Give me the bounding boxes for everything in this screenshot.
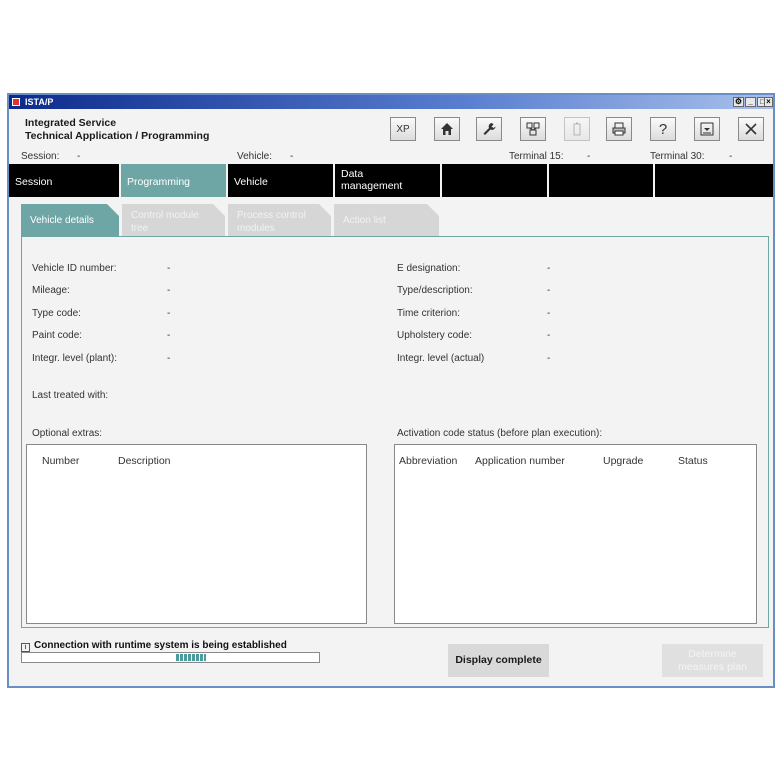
vin-label: Vehicle ID number: (32, 263, 117, 274)
vehicle-details-panel: Vehicle ID number: - Mileage: - Type cod… (21, 236, 769, 628)
print-button[interactable] (606, 117, 632, 141)
col-upgrade[interactable]: Upgrade (603, 455, 643, 467)
determine-measures-plan-button[interactable]: Determine measures plan (662, 644, 763, 677)
nav-tab-vehicle[interactable]: Vehicle (228, 164, 335, 197)
battery-icon (573, 122, 581, 136)
minimize-panel-icon (700, 122, 714, 136)
help-button[interactable]: ? (650, 117, 676, 141)
settings-window-button[interactable]: ⚙ (733, 97, 744, 107)
col-application-number[interactable]: Application number (475, 455, 565, 467)
session-label: Session: (21, 151, 60, 162)
subtab-vehicle-details[interactable]: Vehicle details (21, 204, 119, 237)
time-criterion-value: - (547, 308, 551, 319)
title-bar: ISTA/P ⚙ _ □ × (9, 95, 773, 109)
home-button[interactable] (434, 117, 460, 141)
last-treated-label: Last treated with: (32, 390, 109, 401)
integr-level-actual-label: Integr. level (actual) (397, 353, 485, 364)
home-icon (441, 123, 453, 135)
terminal30-value: - (729, 151, 733, 162)
session-value: - (77, 151, 81, 162)
mileage-value: - (167, 285, 171, 296)
subtab-control-module-tree[interactable]: Control module tree (122, 204, 225, 237)
activation-status-title: Activation code status (before plan exec… (397, 428, 603, 439)
ista-window: ISTA/P ⚙ _ □ × Integrated Service Techni… (7, 93, 775, 688)
nav-tab-empty-3 (655, 164, 773, 197)
vehicle-data-icon (526, 122, 540, 136)
connection-message: Connection with runtime system is being … (34, 640, 287, 651)
minimize-panel-button[interactable] (694, 117, 720, 141)
col-number[interactable]: Number (42, 455, 79, 467)
xp-icon: XP (396, 123, 410, 135)
vehicle-data-button[interactable] (520, 117, 546, 141)
progress-fill (176, 654, 206, 661)
display-complete-button[interactable]: Display complete (448, 644, 549, 677)
e-designation-label: E designation: (397, 263, 461, 274)
tools-button[interactable] (476, 117, 502, 141)
type-description-value: - (547, 285, 551, 296)
optional-extras-list[interactable]: Number Description (26, 444, 367, 624)
nav-tab-empty-2 (549, 164, 655, 197)
e-designation-value: - (547, 263, 551, 274)
upholstery-code-label: Upholstery code: (397, 330, 473, 341)
xp-button[interactable]: XP (390, 117, 416, 141)
upholstery-code-value: - (547, 330, 551, 341)
app-icon (12, 98, 20, 106)
subtab-process-control-modules[interactable]: Process control modules (228, 204, 331, 237)
mileage-label: Mileage: (32, 285, 70, 296)
integr-level-actual-value: - (547, 353, 551, 364)
wrench-icon (483, 123, 496, 135)
minimize-window-button[interactable]: _ (745, 97, 756, 107)
subtab-action-list[interactable]: Action list (334, 204, 439, 237)
app-name-line1: Integrated Service (25, 117, 117, 129)
terminal30-label: Terminal 30: (650, 151, 705, 162)
app-header: Integrated Service Technical Application… (9, 109, 773, 147)
close-window-button[interactable]: × (764, 97, 773, 107)
time-criterion-label: Time criterion: (397, 308, 460, 319)
terminal15-value: - (587, 151, 591, 162)
paint-code-label: Paint code: (32, 330, 83, 341)
app-name-line2: Technical Application / Programming (25, 130, 210, 142)
integr-level-plant-label: Integr. level (plant): (32, 353, 118, 364)
printer-icon (612, 122, 626, 136)
col-description[interactable]: Description (118, 455, 171, 467)
integr-level-plant-value: - (167, 353, 171, 364)
close-app-button[interactable] (738, 117, 764, 141)
battery-button[interactable] (564, 117, 590, 141)
window-title: ISTA/P (25, 97, 54, 107)
connection-progress-bar (21, 652, 320, 663)
col-abbreviation[interactable]: Abbreviation (399, 455, 457, 467)
vin-value: - (167, 263, 171, 274)
help-icon: ? (658, 120, 668, 138)
info-icon: i (21, 643, 30, 652)
connection-status: i Connection with runtime system is being… (21, 640, 287, 652)
terminal15-label: Terminal 15: (509, 151, 564, 162)
type-description-label: Type/description: (397, 285, 473, 296)
vehicle-value: - (290, 151, 294, 162)
type-code-label: Type code: (32, 308, 81, 319)
vehicle-label: Vehicle: (237, 151, 273, 162)
paint-code-value: - (167, 330, 171, 341)
optional-extras-title: Optional extras: (32, 428, 103, 439)
nav-tab-empty-1 (442, 164, 549, 197)
main-nav: Session Programming Vehicle Data managem… (9, 164, 773, 197)
close-icon (745, 123, 757, 135)
nav-tab-data-management[interactable]: Data management (335, 164, 442, 197)
col-status[interactable]: Status (678, 455, 708, 467)
nav-tab-session[interactable]: Session (9, 164, 121, 197)
type-code-value: - (167, 308, 171, 319)
status-bar: Session: - Vehicle: - Terminal 15: - Ter… (9, 149, 773, 165)
nav-tab-programming[interactable]: Programming (121, 164, 228, 197)
activation-code-list[interactable]: Abbreviation Application number Upgrade … (394, 444, 757, 624)
